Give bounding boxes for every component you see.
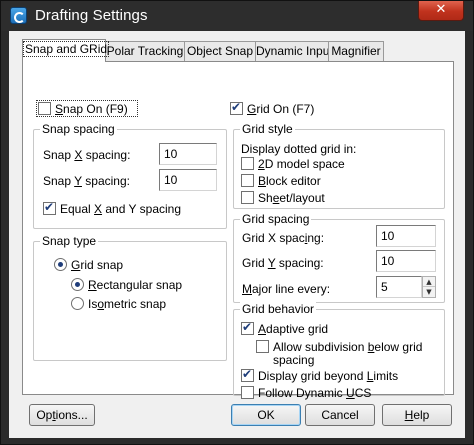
snap-on-checkbox[interactable] (38, 102, 51, 115)
window-title: Drafting Settings (35, 7, 148, 24)
app-logo-icon (10, 7, 27, 24)
snap-type-legend: Snap type (40, 234, 99, 248)
major-line-every-label: Major line every: (242, 282, 331, 296)
isometric-snap-radio[interactable] (71, 297, 84, 310)
sheet-layout-label[interactable]: Sheet/layout (258, 191, 325, 205)
tab-label: Polar Tracking (106, 44, 184, 58)
tab-label: Object Snap (186, 44, 254, 58)
grid-x-spacing-label: Grid X spacing: (242, 231, 325, 245)
snap-and-grid-panel: Snap On (F9) Snap spacing Snap X spacing… (22, 61, 454, 400)
spin-down-icon[interactable]: ▼ (423, 287, 435, 297)
snap-y-spacing-label: Snap Y spacing: (43, 174, 130, 188)
grid-spacing-legend: Grid spacing (240, 212, 312, 226)
options-button[interactable]: Options... (29, 404, 95, 426)
display-beyond-limits-checkbox[interactable] (241, 367, 254, 382)
block-editor-label[interactable]: Block editor (258, 174, 321, 188)
snap-on-label[interactable]: Snap On (F9) (55, 102, 128, 116)
follow-dynamic-ucs-checkbox[interactable] (241, 386, 254, 399)
dialog-client-area: Snap and GRid Polar Tracking Object Snap… (9, 31, 465, 438)
grid-snap-radio[interactable] (54, 258, 67, 271)
grid-snap-label[interactable]: Grid snap (71, 258, 123, 272)
cancel-button[interactable]: Cancel (305, 404, 375, 426)
rectangular-snap-radio[interactable] (71, 278, 84, 291)
grid-y-spacing-input[interactable]: 10 (376, 250, 436, 272)
2d-model-space-checkbox[interactable] (241, 157, 254, 170)
tab-label: Snap and GRid (25, 42, 108, 56)
2d-model-space-label[interactable]: 2D model space (258, 157, 345, 171)
title-bar[interactable]: Drafting Settings ✕ (1, 1, 473, 31)
tab-snap-and-grid[interactable]: Snap and GRid (22, 39, 110, 62)
allow-subdivision-label[interactable]: Allow subdivision below grid (273, 340, 422, 354)
equal-xy-spacing-label[interactable]: Equal X and Y spacing (60, 202, 181, 216)
display-beyond-limits-label[interactable]: Display grid beyond Limits (258, 369, 398, 383)
follow-dynamic-ucs-label[interactable]: Follow Dynamic UCS (258, 386, 371, 400)
allow-subdivision-label-line2[interactable]: spacing (273, 353, 314, 367)
display-dotted-grid-label: Display dotted grid in: (241, 142, 357, 156)
adaptive-grid-label[interactable]: Adaptive grid (258, 322, 328, 336)
allow-subdivision-checkbox[interactable] (256, 340, 269, 353)
grid-behavior-legend: Grid behavior (240, 302, 317, 316)
tab-polar-tracking[interactable]: Polar Tracking (105, 41, 185, 61)
grid-y-spacing-label: Grid Y spacing: (242, 256, 324, 270)
major-line-spinner[interactable]: ▲ ▼ (422, 276, 436, 298)
equal-xy-spacing-checkbox[interactable] (43, 200, 56, 215)
tab-label: Magnifier (331, 44, 381, 58)
block-editor-checkbox[interactable] (241, 174, 254, 187)
ok-button[interactable]: OK (231, 404, 301, 426)
tab-magnifier[interactable]: Magnifier (328, 41, 384, 61)
sheet-layout-checkbox[interactable] (241, 191, 254, 204)
grid-on-label[interactable]: Grid On (F7) (247, 102, 314, 116)
tab-label: Dynamic Input (256, 44, 333, 58)
snap-spacing-legend: Snap spacing (40, 122, 117, 136)
grid-style-legend: Grid style (240, 122, 295, 136)
isometric-snap-label[interactable]: Isometric snap (88, 297, 166, 311)
tab-dynamic-input[interactable]: Dynamic Input (255, 41, 333, 61)
snap-y-spacing-input[interactable]: 10 (159, 169, 217, 191)
tab-object-snap[interactable]: Object Snap (184, 41, 256, 61)
snap-x-spacing-label: Snap X spacing: (43, 148, 131, 162)
major-line-every-input[interactable]: 5 (376, 276, 422, 298)
drafting-settings-window: Drafting Settings ✕ Snap and GRid Polar … (0, 0, 474, 445)
rectangular-snap-label[interactable]: Rectangular snap (88, 278, 182, 292)
spin-up-icon[interactable]: ▲ (423, 277, 435, 287)
adaptive-grid-checkbox[interactable] (241, 320, 254, 335)
grid-x-spacing-input[interactable]: 10 (376, 225, 436, 247)
grid-on-checkbox[interactable] (230, 100, 243, 115)
help-button[interactable]: Help (382, 404, 452, 426)
snap-x-spacing-input[interactable]: 10 (159, 143, 217, 165)
close-button[interactable]: ✕ (418, 1, 464, 21)
